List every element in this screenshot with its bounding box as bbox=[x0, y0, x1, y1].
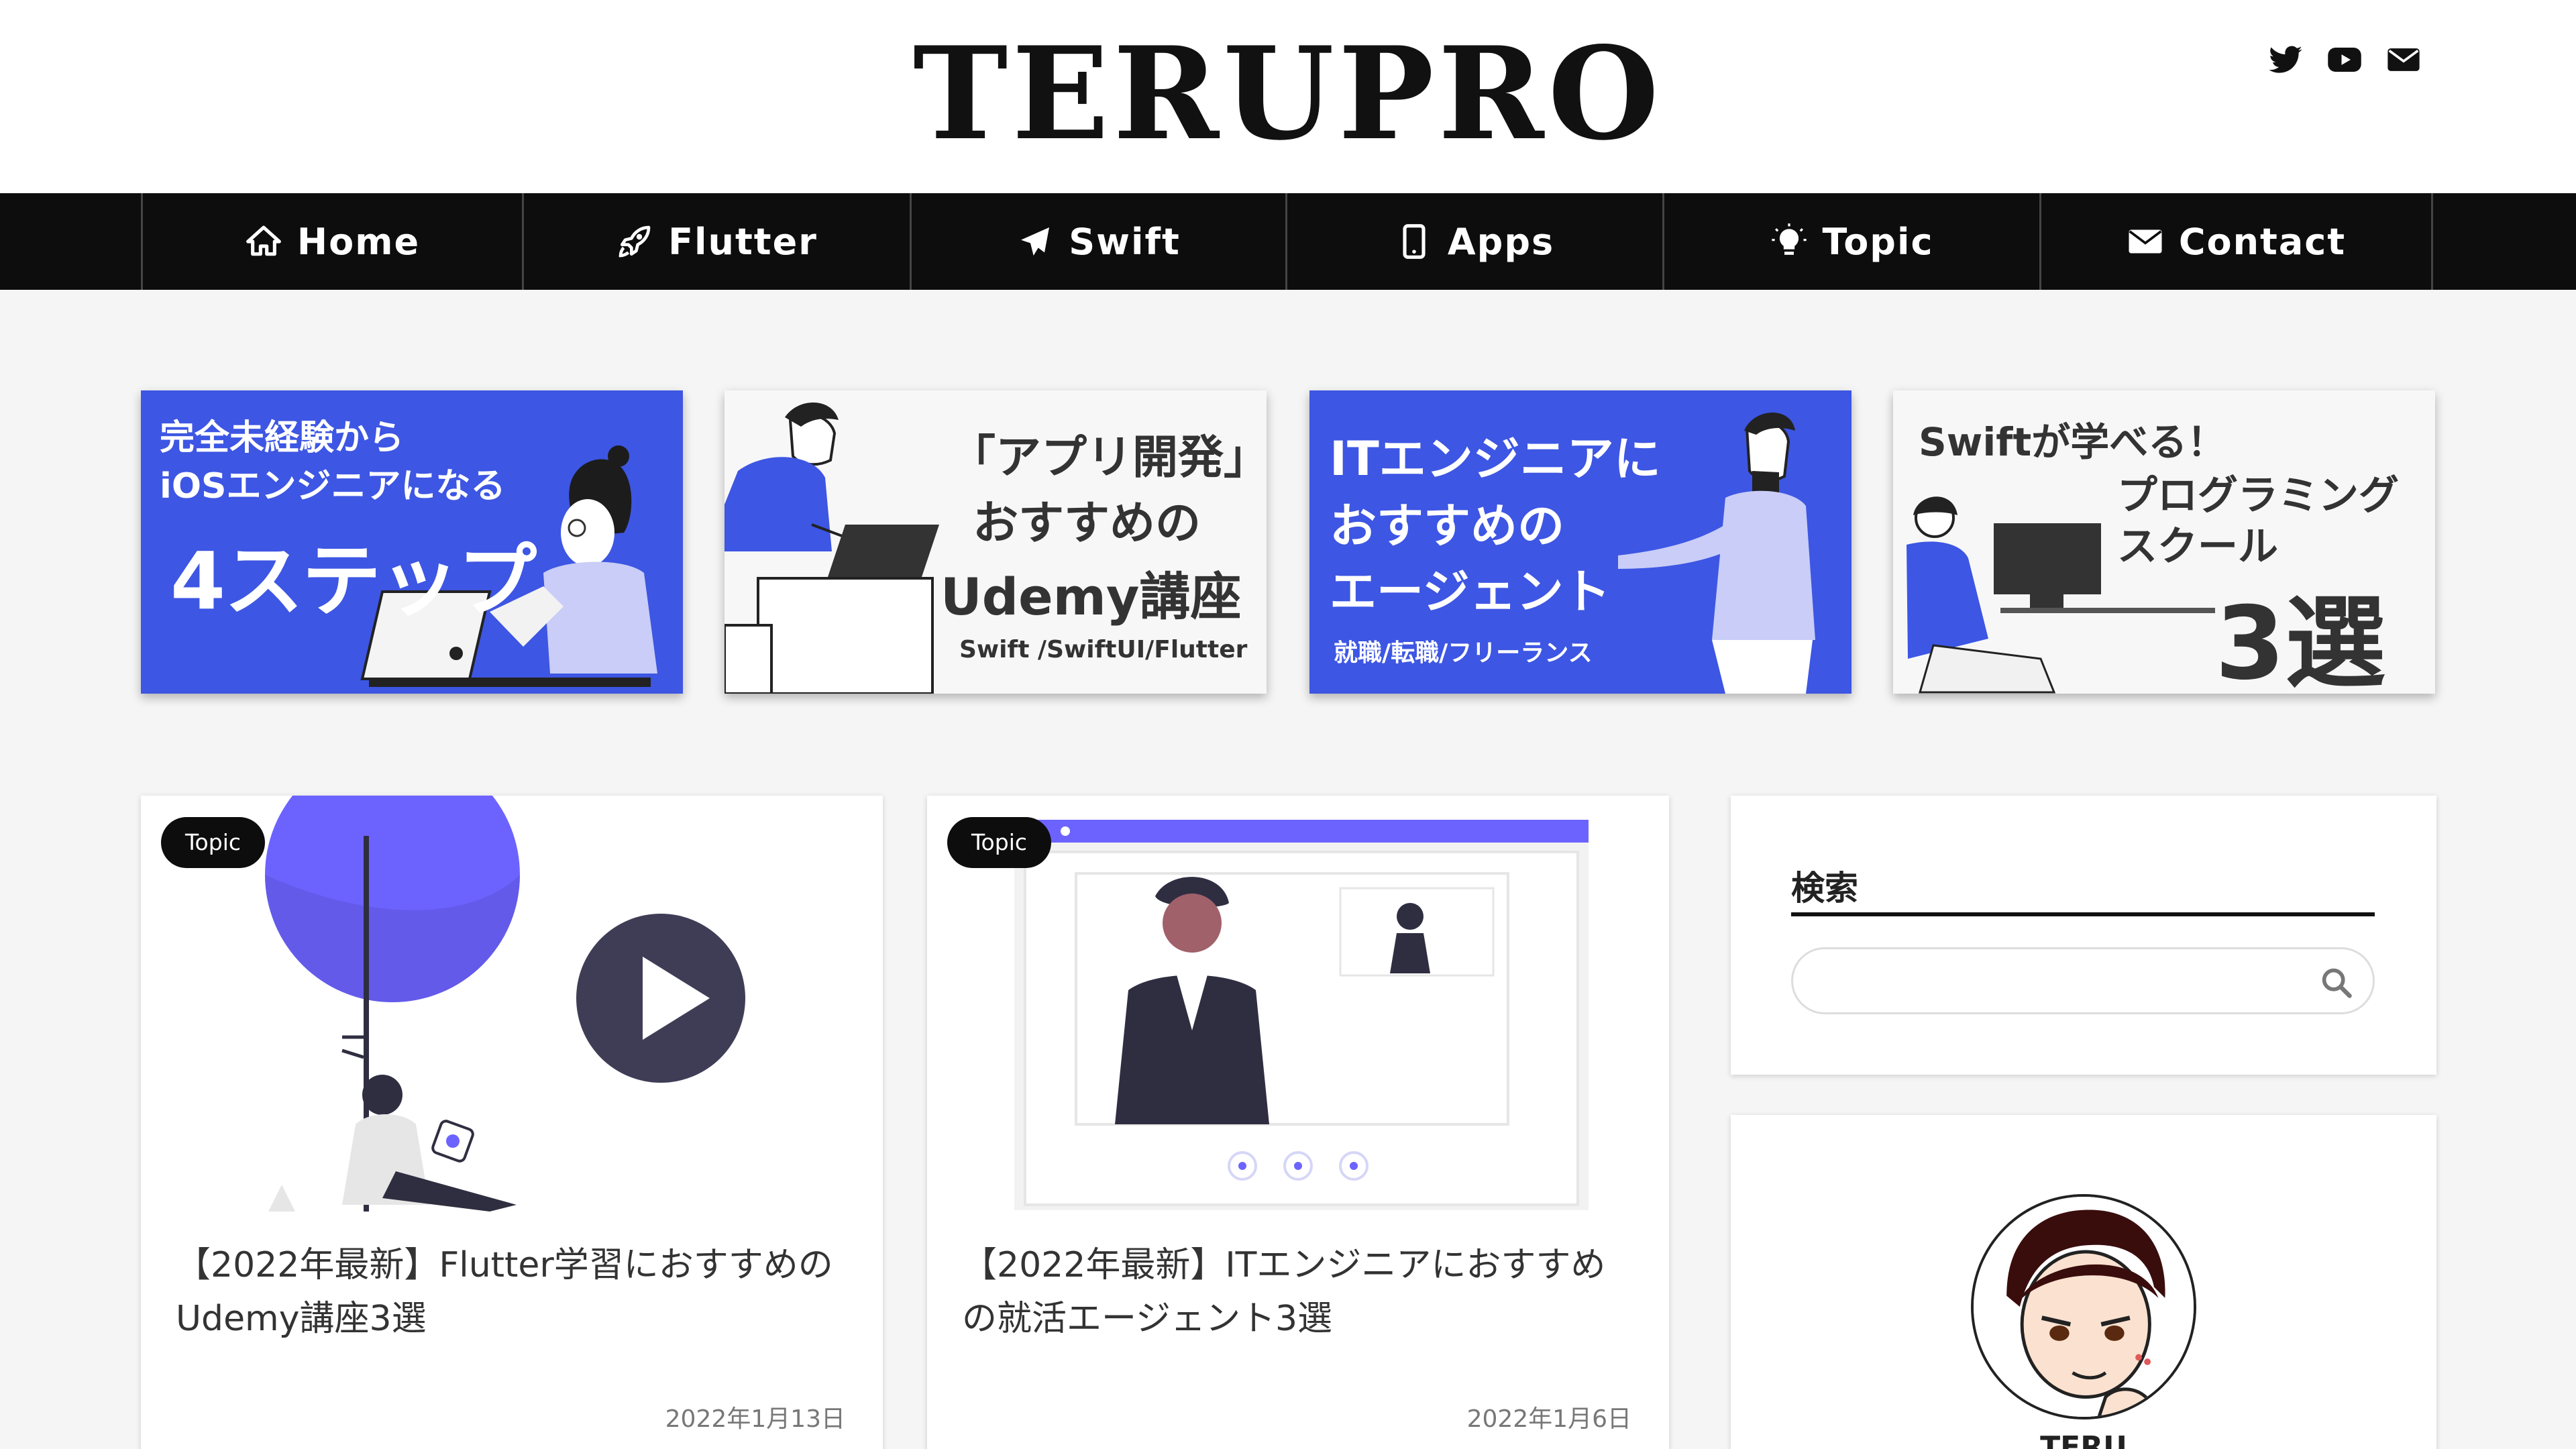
envelope-icon bbox=[2129, 229, 2162, 254]
nav-label-flutter: Flutter bbox=[668, 220, 818, 263]
site-title[interactable]: TERUPRO bbox=[0, 27, 2576, 161]
nav-item-flutter[interactable]: Flutter bbox=[524, 193, 912, 290]
plane-icon bbox=[1021, 227, 1050, 256]
banner-programming-schools[interactable]: Swiftが学べる！ プログラミング スクール 3選 bbox=[1893, 390, 2435, 694]
banner-it-agents[interactable]: ITエンジニアに おすすめの エージェント 就職/転職/フリーランス bbox=[1309, 390, 1851, 694]
home-icon bbox=[246, 225, 281, 256]
banner-text-line2: プログラミング bbox=[2117, 472, 2399, 519]
nav-label-topic: Topic bbox=[1822, 220, 1934, 263]
nav-item-contact[interactable]: Contact bbox=[2041, 193, 2433, 290]
nav-label-home: Home bbox=[297, 220, 421, 263]
rocket-icon bbox=[619, 225, 651, 258]
post-card-flutter-udemy[interactable]: Topic 【2022年最新】Flutter学習におすすめのUdemy講座3選 … bbox=[141, 796, 883, 1449]
twitter-icon[interactable] bbox=[2267, 42, 2304, 78]
profile-name: TERU bbox=[2040, 1430, 2127, 1449]
banner-text-big: 4ステップ bbox=[170, 535, 537, 627]
social-links bbox=[2267, 42, 2422, 78]
banner-text-line2: iOSエンジニアになる bbox=[160, 466, 506, 506]
global-nav: Home Flutter Swift Apps Topic Contact bbox=[0, 193, 2576, 290]
avatar[interactable] bbox=[1971, 1194, 2196, 1419]
post-card-it-agents[interactable]: Topic 【2022年最新】ITエンジニアにおすすめの就活エージェント3選 2… bbox=[927, 796, 1669, 1449]
mail-icon[interactable] bbox=[2385, 42, 2422, 78]
banner-text-big: 3選 bbox=[2215, 586, 2386, 694]
nav-menu: Home Flutter Swift Apps Topic Contact bbox=[141, 193, 2433, 290]
nav-item-apps[interactable]: Apps bbox=[1287, 193, 1664, 290]
category-badge[interactable]: Topic bbox=[161, 817, 265, 868]
banner-ios-4-steps[interactable]: 完全未経験から iOSエンジニアになる 4ステップ bbox=[141, 390, 683, 694]
nav-item-topic[interactable]: Topic bbox=[1664, 193, 2041, 290]
category-badge[interactable]: Topic bbox=[947, 817, 1051, 868]
banner-text-sub: Swift /SwiftUI/Flutter bbox=[959, 636, 1248, 663]
widget-title-underline bbox=[1791, 912, 2375, 916]
banner-text-line2: おすすめの bbox=[1330, 498, 1564, 553]
profile-widget: TERU bbox=[1731, 1115, 2436, 1449]
banner-text-line3: Udemy講座 bbox=[941, 567, 1242, 627]
youtube-icon[interactable] bbox=[2326, 42, 2363, 78]
search-input[interactable] bbox=[1820, 961, 2303, 1002]
lightbulb-icon bbox=[1771, 223, 1807, 255]
phone-icon bbox=[1403, 224, 1426, 259]
post-title[interactable]: 【2022年最新】Flutter学習におすすめのUdemy講座3選 bbox=[176, 1238, 853, 1346]
post-title[interactable]: 【2022年最新】ITエンジニアにおすすめの就活エージェント3選 bbox=[962, 1238, 1640, 1346]
banner-text-sub: 就職/転職/フリーランス bbox=[1334, 639, 1593, 667]
banner-text-line1: ITエンジニアに bbox=[1330, 431, 1661, 486]
banner-text-line1: 「アプリ開発」 bbox=[950, 431, 1267, 484]
nav-label-swift: Swift bbox=[1069, 220, 1181, 263]
search-icon[interactable] bbox=[2319, 965, 2354, 1000]
banner-text-line1: Swiftが学べる！ bbox=[1919, 419, 2226, 465]
site-header: TERUPRO bbox=[0, 0, 2576, 193]
nav-label-contact: Contact bbox=[2178, 220, 2347, 263]
banner-udemy-courses[interactable]: 「アプリ開発」 おすすめの Udemy講座 Swift /SwiftUI/Flu… bbox=[724, 390, 1267, 694]
post-date: 2022年1月13日 bbox=[665, 1405, 845, 1433]
post-date: 2022年1月6日 bbox=[1466, 1405, 1631, 1433]
banner-text-line3: エージェント bbox=[1330, 564, 1611, 619]
search-widget-title: 検索 bbox=[1791, 869, 1858, 908]
banner-text-line1: 完全未経験から bbox=[160, 418, 405, 458]
search-box bbox=[1791, 947, 2375, 1014]
profile-avatar-illustration bbox=[1974, 1197, 2194, 1417]
nav-item-home[interactable]: Home bbox=[143, 193, 524, 290]
nav-item-swift[interactable]: Swift bbox=[912, 193, 1287, 290]
banner-text-line2: おすすめの bbox=[973, 497, 1201, 550]
nav-label-apps: Apps bbox=[1447, 220, 1555, 263]
search-widget: 検索 bbox=[1731, 796, 2436, 1075]
